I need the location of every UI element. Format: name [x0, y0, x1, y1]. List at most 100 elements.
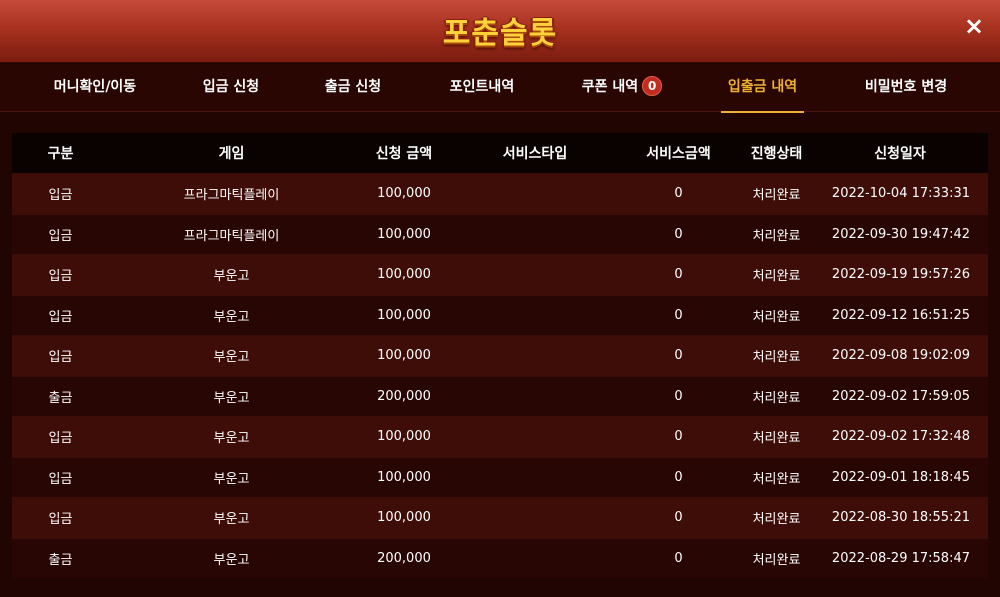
- cell-amount: 100,000: [377, 226, 431, 242]
- cell-status: 처리완료: [752, 390, 801, 406]
- table-row: 입금 부운고 100,000 0 처리완료 2022-09-19 19:57:26: [12, 254, 988, 295]
- cell-date: 2022-09-12 16:51:25: [831, 307, 970, 323]
- cell-game: 부운고: [213, 512, 250, 528]
- cell-status: 처리완료: [752, 228, 801, 244]
- cell-game: 프라그마틱플레이: [183, 188, 280, 204]
- cell-status: 처리완료: [752, 309, 801, 325]
- tab-label: 출금 신청: [324, 79, 382, 95]
- table-body: 입금 프라그마틱플레이 100,000 0 처리완료 2022-10-04 17:33:3…: [12, 173, 988, 578]
- cell-amount: 100,000: [377, 510, 431, 526]
- cell-amount: 100,000: [377, 267, 431, 283]
- table-row: 입금 부운고 100,000 0 처리완료 2022-09-08 19:02:09: [12, 335, 988, 376]
- cell-date: 2022-08-29 17:58:47: [831, 550, 970, 566]
- column-header-service-amount: 서비스금액: [646, 146, 711, 162]
- cell-amount: 100,000: [377, 348, 431, 364]
- cell-game: 부운고: [213, 269, 250, 285]
- cell-game: 프라그마틱플레이: [183, 228, 280, 244]
- column-header-service-type: 서비스타입: [502, 146, 568, 162]
- transaction-table: 구분 게임 신청 금액 서비스타입 서비스금액 진행상태 신청일자 입금 프라그마…: [12, 133, 988, 578]
- cell-type: 입금: [48, 350, 73, 366]
- cell-service-type: [454, 498, 616, 538]
- cell-status: 처리완료: [752, 552, 801, 568]
- cell-game: 부운고: [213, 471, 250, 487]
- cell-status: 처리완료: [752, 512, 801, 528]
- cell-service-type: [454, 417, 616, 457]
- cell-service-type: [454, 336, 616, 376]
- cell-service-amount: 0: [674, 388, 683, 404]
- tab-label: 머니확인/이동: [53, 79, 137, 95]
- cell-amount: 100,000: [377, 469, 431, 485]
- tab-bar: 머니확인/이동 입금 신청 출금 신청 포인트내역 쿠폰 내역 0 입출금 내역 …: [0, 64, 1000, 113]
- tab-label: 입금 신청: [202, 79, 260, 95]
- cell-service-amount: 0: [674, 469, 683, 485]
- cell-amount: 100,000: [377, 429, 431, 445]
- cell-service-type: [454, 458, 616, 498]
- cell-type: 입금: [48, 228, 73, 244]
- cell-service-type: [454, 215, 616, 255]
- table-row: 입금 부운고 100,000 0 처리완료 2022-08-30 18:55:21: [12, 497, 988, 538]
- column-header-game: 게임: [218, 146, 245, 162]
- tab-deposit-request[interactable]: 입금 신청: [200, 64, 262, 112]
- cell-status: 처리완료: [752, 431, 801, 447]
- cell-date: 2022-10-04 17:33:31: [831, 186, 970, 202]
- cell-date: 2022-09-02 17:32:48: [831, 429, 970, 445]
- table-row: 입금 부운고 100,000 0 처리완료 2022-09-02 17:32:48: [12, 416, 988, 457]
- cell-service-amount: 0: [674, 267, 683, 283]
- tab-label: 포인트내역: [449, 79, 515, 95]
- cell-type: 입금: [48, 471, 73, 487]
- column-header-date: 신청일자: [874, 146, 926, 162]
- column-header-type: 구분: [47, 146, 74, 162]
- cell-service-amount: 0: [674, 348, 683, 364]
- tab-label: 쿠폰 내역: [581, 79, 639, 95]
- coupon-count-badge: 0: [642, 76, 663, 96]
- table-row: 출금 부운고 200,000 0 처리완료 2022-09-02 17:59:05: [12, 375, 988, 417]
- modal-header: 포춘슬롯 ×: [0, 0, 1000, 63]
- cell-game: 부운고: [213, 431, 250, 447]
- tab-transaction-history[interactable]: 입출금 내역: [721, 64, 804, 113]
- cell-date: 2022-09-30 19:47:42: [831, 226, 970, 242]
- cell-type: 입금: [48, 309, 73, 325]
- cell-service-amount: 0: [674, 429, 683, 445]
- cell-amount: 200,000: [377, 550, 431, 566]
- table-row: 입금 부운고 100,000 0 처리완료 2022-09-12 16:51:25: [12, 294, 988, 336]
- column-header-status: 진행상태: [750, 146, 803, 162]
- tab-label: 비밀번호 변경: [864, 79, 948, 95]
- cell-game: 부운고: [213, 350, 250, 366]
- tab-coupon-history[interactable]: 쿠폰 내역 0: [578, 64, 666, 112]
- close-button[interactable]: ×: [964, 12, 984, 40]
- table-row: 출금 부운고 200,000 0 처리완료 2022-08-29 17:58:47: [12, 537, 988, 578]
- cell-service-amount: 0: [674, 550, 683, 566]
- tab-label: 입출금 내역: [727, 79, 798, 95]
- cell-status: 처리완료: [752, 188, 801, 204]
- cell-type: 입금: [48, 269, 73, 285]
- tab-points-history[interactable]: 포인트내역: [446, 64, 518, 112]
- table-row: 입금 프라그마틱플레이 100,000 0 처리완료 2022-10-04 17:33:3…: [12, 173, 988, 214]
- cell-game: 부운고: [213, 309, 250, 325]
- cell-amount: 100,000: [377, 307, 431, 323]
- cell-service-amount: 0: [674, 307, 683, 323]
- cell-service-amount: 0: [674, 186, 683, 202]
- cell-amount: 200,000: [377, 388, 431, 404]
- cell-service-type: [454, 377, 616, 417]
- cell-type: 입금: [48, 431, 73, 447]
- cell-service-type: [454, 174, 616, 214]
- cell-type: 입금: [48, 188, 73, 204]
- tab-change-password[interactable]: 비밀번호 변경: [862, 64, 950, 112]
- cell-service-amount: 0: [674, 510, 683, 526]
- cell-game: 부운고: [213, 390, 250, 406]
- tab-money-check[interactable]: 머니확인/이동: [50, 64, 140, 112]
- cell-service-amount: 0: [674, 226, 683, 242]
- cell-date: 2022-09-02 17:59:05: [831, 388, 970, 404]
- cell-amount: 100,000: [377, 186, 431, 202]
- cell-game: 부운고: [213, 552, 250, 568]
- cell-status: 처리완료: [752, 269, 801, 285]
- cell-type: 출금: [48, 552, 73, 568]
- cell-status: 처리완료: [752, 350, 801, 366]
- cell-service-type: [454, 296, 616, 336]
- cell-date: 2022-09-01 18:18:45: [831, 469, 970, 485]
- tab-withdraw-request[interactable]: 출금 신청: [322, 64, 384, 112]
- cell-date: 2022-09-08 19:02:09: [831, 348, 970, 364]
- site-logo: 포춘슬롯: [442, 16, 558, 51]
- cell-type: 출금: [48, 390, 73, 406]
- cell-date: 2022-09-19 19:57:26: [831, 267, 970, 283]
